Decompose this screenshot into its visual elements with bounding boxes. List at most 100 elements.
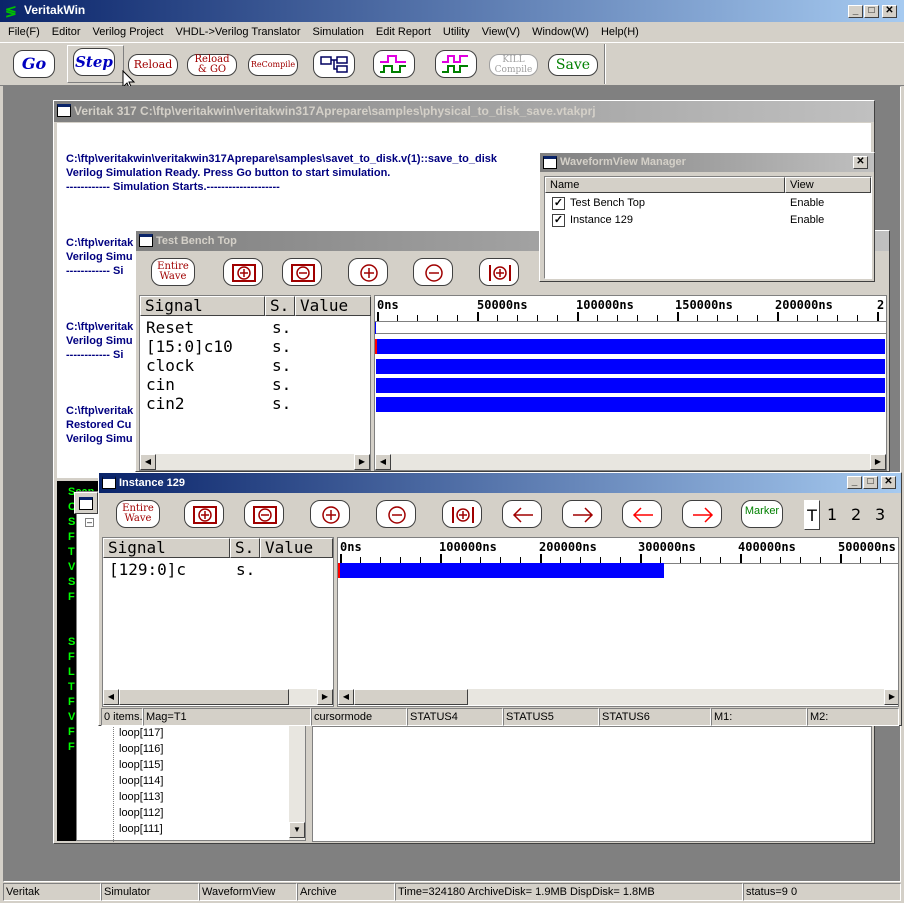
tbt-zoom-fit-out-button[interactable] bbox=[282, 258, 322, 286]
log-line: C:\ftp\veritakwin\veritakwin317Aprepare\… bbox=[66, 153, 498, 165]
inst-status-mag: Mag=T1 bbox=[143, 708, 311, 726]
menu-view[interactable]: View(V) bbox=[476, 23, 526, 41]
signal-row[interactable]: Reset s. bbox=[146, 318, 366, 337]
tree-item[interactable]: loop[114] bbox=[119, 775, 163, 787]
scroll-left-button[interactable]: ◀ bbox=[338, 689, 354, 705]
tbt-zoom-fit-button[interactable] bbox=[223, 258, 263, 286]
scroll-left-button[interactable]: ◀ bbox=[375, 454, 391, 470]
inst-status-4: STATUS4 bbox=[407, 708, 503, 726]
tab-t[interactable]: T bbox=[804, 500, 820, 530]
inst-zoom-in-button[interactable] bbox=[310, 500, 350, 528]
wvm-row[interactable]: ✓ Instance 129 Enable bbox=[552, 213, 862, 229]
scroll-left-button[interactable]: ◀ bbox=[140, 454, 156, 470]
inst-marker-button[interactable]: Marker bbox=[741, 500, 783, 528]
menu-edit-report[interactable]: Edit Report bbox=[370, 23, 437, 41]
scroll-thumb[interactable] bbox=[119, 689, 289, 705]
inst-minimize-button[interactable]: _ bbox=[847, 476, 862, 489]
tab-1[interactable]: 1 bbox=[827, 500, 837, 530]
tree-item[interactable]: loop[115] bbox=[119, 759, 163, 771]
menu-simulation[interactable]: Simulation bbox=[307, 23, 370, 41]
wvm-name-header[interactable]: Name bbox=[545, 177, 785, 193]
tbt-zoom-in-button[interactable] bbox=[348, 258, 388, 286]
inst-scroll-right-fast-button[interactable] bbox=[562, 500, 602, 528]
checkbox[interactable]: ✓ bbox=[552, 197, 565, 210]
checkbox[interactable]: ✓ bbox=[552, 214, 565, 227]
inst-wave-hscroll[interactable]: ◀ ▶ bbox=[338, 689, 898, 705]
inst-zoom-fit-button[interactable] bbox=[184, 500, 224, 528]
tbt-wave-hscroll[interactable]: ◀ ▶ bbox=[375, 454, 886, 470]
inst-zoom-fit-out-button[interactable] bbox=[244, 500, 284, 528]
window-icon bbox=[543, 156, 557, 169]
save-button[interactable]: Save bbox=[548, 54, 598, 76]
menu-vhdl-translator[interactable]: VHDL->Verilog Translator bbox=[169, 23, 306, 41]
go-button[interactable]: Go bbox=[13, 50, 55, 78]
tab-2[interactable]: 2 bbox=[851, 500, 861, 530]
log-line: C:\ftp\veritak bbox=[66, 237, 134, 249]
scroll-right-button[interactable]: ▶ bbox=[317, 689, 333, 705]
menu-file[interactable]: File(F) bbox=[2, 23, 46, 41]
menu-verilog-project[interactable]: Verilog Project bbox=[87, 23, 170, 41]
scroll-thumb[interactable] bbox=[354, 689, 468, 705]
signal-row[interactable]: clock s. bbox=[146, 356, 366, 375]
kill-compile-button[interactable]: KILL Compile bbox=[489, 54, 538, 76]
ruler-tick bbox=[397, 315, 398, 321]
scroll-right-button[interactable]: ▶ bbox=[884, 689, 898, 705]
inst-scroll-left-fast-button[interactable] bbox=[502, 500, 542, 528]
menu-utility[interactable]: Utility bbox=[437, 23, 476, 41]
s-column-header[interactable]: S. bbox=[230, 538, 260, 558]
s-column-header[interactable]: S. bbox=[265, 296, 295, 316]
menu-editor[interactable]: Editor bbox=[46, 23, 87, 41]
time-tick-label: 400000ns bbox=[738, 540, 796, 554]
scroll-down-button[interactable]: ▼ bbox=[289, 822, 305, 838]
maximize-button[interactable]: □ bbox=[864, 5, 879, 18]
scroll-right-button[interactable]: ▶ bbox=[354, 454, 370, 470]
signal-name: cin bbox=[146, 375, 175, 394]
waveform2-button[interactable] bbox=[435, 50, 477, 78]
waveform-button[interactable] bbox=[373, 50, 415, 78]
signal-column-header[interactable]: Signal bbox=[103, 538, 230, 558]
signal-row[interactable]: [15:0]c10 s. bbox=[146, 337, 366, 356]
tree-scrollbar[interactable]: ▼ bbox=[289, 722, 305, 840]
tree-item[interactable]: loop[116] bbox=[119, 743, 163, 755]
step-button[interactable]: Step bbox=[73, 48, 115, 76]
tbt-entire-wave-button[interactable]: Entire Wave bbox=[151, 258, 195, 286]
tbt-zoom-out-button[interactable] bbox=[413, 258, 453, 286]
inst-zoom-range-button[interactable] bbox=[442, 500, 482, 528]
recompile-button[interactable]: ReCompile bbox=[248, 54, 298, 76]
tree-item[interactable]: loop[111] bbox=[119, 823, 163, 835]
tree-item[interactable]: loop[113] bbox=[119, 791, 163, 803]
inst-title: Instance 129 bbox=[119, 477, 186, 489]
menu-help[interactable]: Help(H) bbox=[595, 23, 645, 41]
inst-zoom-out-button[interactable] bbox=[376, 500, 416, 528]
value-column-header[interactable]: Value bbox=[295, 296, 371, 316]
signal-s: s. bbox=[236, 560, 256, 579]
tree-collapse-icon[interactable]: – bbox=[85, 518, 94, 527]
scroll-right-button[interactable]: ▶ bbox=[870, 454, 886, 470]
menu-window[interactable]: Window(W) bbox=[526, 23, 595, 41]
signal-column-header[interactable]: Signal bbox=[140, 296, 265, 316]
time-tick-label: 0ns bbox=[377, 298, 399, 312]
value-column-header[interactable]: Value bbox=[260, 538, 333, 558]
tbt-signal-hscroll[interactable]: ◀ ▶ bbox=[140, 454, 370, 470]
inst-entire-wave-button[interactable]: Entire Wave bbox=[116, 500, 160, 528]
tbt-zoom-range-button[interactable] bbox=[479, 258, 519, 286]
inst-signal-hscroll[interactable]: ◀ ▶ bbox=[103, 689, 333, 705]
inst-marker-left-button[interactable] bbox=[622, 500, 662, 528]
close-button[interactable]: ✕ bbox=[882, 5, 897, 18]
minimize-button[interactable]: _ bbox=[848, 5, 863, 18]
hierarchy-button[interactable] bbox=[313, 50, 355, 78]
signal-row[interactable]: [129:0]c s. bbox=[109, 560, 329, 579]
signal-row[interactable]: cin s. bbox=[146, 375, 366, 394]
inst-close-button[interactable]: ✕ bbox=[881, 476, 896, 489]
inst-marker-right-button[interactable] bbox=[682, 500, 722, 528]
wvm-row[interactable]: ✓ Test Bench Top Enable bbox=[552, 196, 862, 212]
tab-3[interactable]: 3 bbox=[875, 500, 885, 530]
signal-row[interactable]: cin2 s. bbox=[146, 394, 366, 413]
tree-item[interactable]: loop[117] bbox=[119, 727, 163, 739]
scroll-left-button[interactable]: ◀ bbox=[103, 689, 119, 705]
wvm-close-button[interactable]: ✕ bbox=[853, 156, 868, 169]
wvm-view-header[interactable]: View bbox=[785, 177, 871, 193]
inst-maximize-button[interactable]: □ bbox=[863, 476, 878, 489]
reload-go-button[interactable]: Reload & GO bbox=[187, 54, 237, 76]
tree-item[interactable]: loop[112] bbox=[119, 807, 163, 819]
